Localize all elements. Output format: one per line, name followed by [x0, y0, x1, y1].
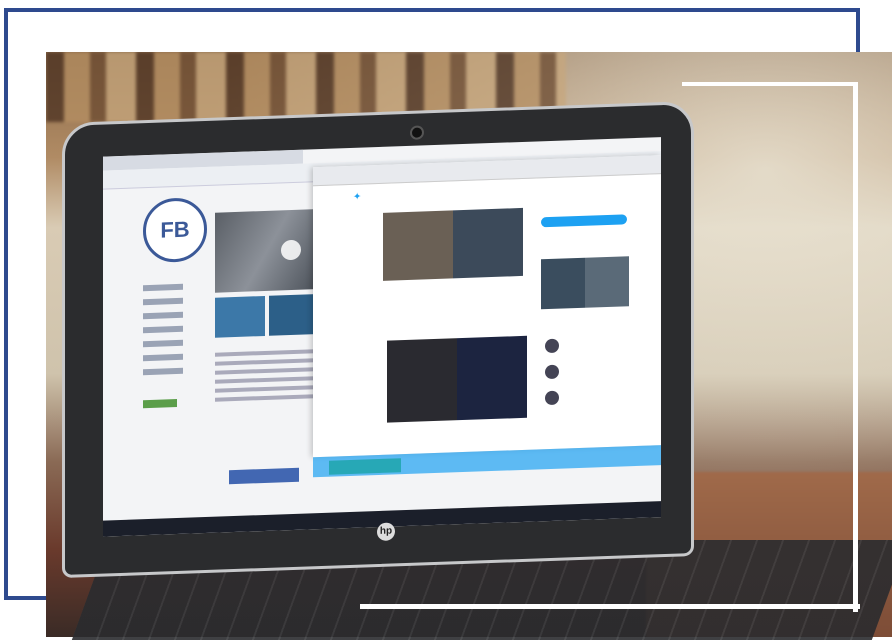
facebook-photo-thumbnail[interactable]: [215, 295, 265, 338]
sign-up-button[interactable]: [541, 214, 627, 228]
white-border-bottom: [360, 604, 860, 609]
media-grid[interactable]: [541, 256, 629, 310]
login-button[interactable]: [229, 467, 299, 485]
twitter-bird-icon[interactable]: ✦: [353, 192, 361, 203]
avatar-text: FB: [160, 216, 190, 243]
sidebar-item[interactable]: [143, 367, 183, 376]
laptop-screen: FB ✦: [103, 137, 661, 537]
sidebar-item[interactable]: [143, 283, 183, 292]
sidebar-item[interactable]: [143, 297, 183, 306]
facebook-post-text: [215, 349, 315, 406]
webcam-icon: [410, 125, 424, 140]
sidebar-item[interactable]: [143, 339, 183, 348]
avatar[interactable]: [545, 390, 559, 406]
twitter-window: ✦: [313, 155, 661, 458]
avatar[interactable]: [545, 338, 559, 354]
facebook-action-button[interactable]: [143, 399, 177, 409]
sidebar-item[interactable]: [143, 311, 183, 320]
white-border-frame: [682, 82, 858, 612]
tweet-photo[interactable]: [387, 335, 527, 423]
facebook-sidebar-nav: [143, 283, 203, 383]
sidebar-item[interactable]: [143, 325, 183, 334]
hp-logo-icon: hp: [377, 522, 395, 542]
suggested-accounts: [545, 338, 559, 417]
avatar[interactable]: [545, 364, 559, 380]
facebook-photo-thumbnail[interactable]: [269, 294, 319, 336]
laptop: FB ✦ hp: [62, 100, 694, 579]
twitter-sidebar: [541, 204, 627, 237]
tweet-photo[interactable]: [383, 207, 523, 281]
facebook-video[interactable]: [215, 209, 319, 293]
sidebar-item[interactable]: [143, 353, 183, 362]
facebook-page-avatar: FB: [143, 196, 207, 264]
